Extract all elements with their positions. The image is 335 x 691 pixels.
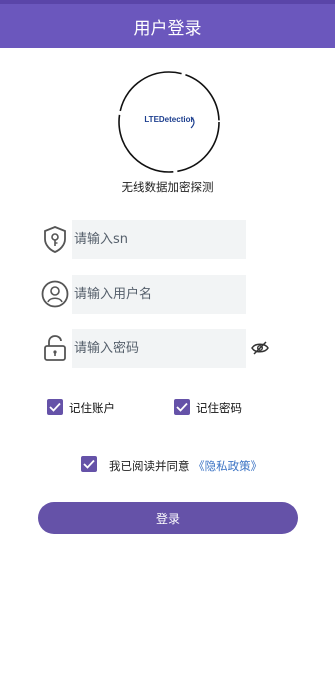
lock-icon [44,335,66,361]
password-input[interactable] [72,329,246,368]
remember-account-checkbox[interactable] [47,399,63,415]
remember-account-label: 记住账户 [69,401,115,415]
agreement-text: 我已阅读并同意 《隐私政策》 [109,458,262,474]
agreement-label: 我已阅读并同意 [109,459,190,473]
sn-input[interactable] [72,220,246,259]
user-icon [41,280,69,308]
check-icon [176,402,188,412]
app-header: 用户登录 [0,4,335,48]
username-input[interactable] [72,275,246,314]
remember-password-checkbox[interactable] [174,399,190,415]
shield-key-icon [44,226,66,253]
privacy-policy-link[interactable]: 《隐私政策》 [193,459,262,473]
app-logo: LTEDetectior [117,70,221,174]
remember-password-label: 记住密码 [196,401,242,415]
page-title: 用户登录 [133,18,202,39]
login-button[interactable]: 登录 [38,502,298,534]
agreement-checkbox[interactable] [81,456,97,472]
logo-text: LTEDetectior [144,115,194,124]
eye-off-icon[interactable] [250,339,270,357]
check-icon [49,402,61,412]
check-icon [83,459,95,469]
app-subtitle: 无线数据加密探测 [121,180,214,194]
